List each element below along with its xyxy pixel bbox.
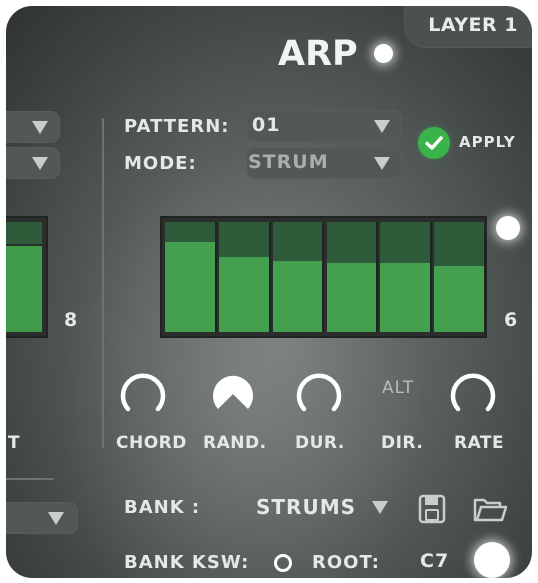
left-partial-label: T [8, 433, 21, 453]
layer-tab[interactable]: LAYER 1 [404, 6, 532, 48]
section-divider [102, 118, 104, 448]
step-bar [326, 262, 377, 332]
chevron-down-icon [32, 157, 48, 170]
root-value[interactable]: C7 [420, 550, 449, 572]
step-column[interactable] [434, 222, 486, 332]
step-bar [380, 262, 431, 332]
arp-panel: LAYER 1 ARP 8 T PATTERN: 01 MODE: STRUM … [6, 6, 532, 578]
pattern-label: PATTERN: [124, 116, 230, 137]
left-separator [6, 478, 54, 480]
left-step-fill [6, 246, 42, 332]
step-column[interactable] [380, 222, 433, 332]
left-dropdown-1[interactable] [6, 111, 60, 143]
chevron-down-icon [374, 157, 390, 170]
arp-step-grid[interactable] [160, 216, 487, 338]
rate-label: RATE [454, 433, 505, 453]
left-dropdown-3[interactable] [6, 502, 78, 534]
chevron-down-icon [374, 120, 390, 133]
apply-label: APPLY [459, 133, 516, 151]
dir-value[interactable]: ALT [382, 378, 414, 398]
mode-value: STRUM [248, 151, 329, 173]
step-column[interactable] [272, 222, 325, 332]
dur-knob[interactable] [294, 368, 344, 418]
left-step-grid[interactable] [6, 216, 48, 338]
root-led[interactable] [474, 542, 510, 578]
chord-knob[interactable] [118, 368, 168, 418]
arp-title: ARP [278, 34, 358, 74]
step-bar [272, 260, 323, 332]
rand-knob[interactable] [208, 368, 258, 418]
arp-power-led[interactable] [374, 44, 393, 63]
bank-ksw-label: BANK KSW: [124, 552, 250, 573]
bank-chevron-down-icon[interactable] [372, 501, 388, 514]
step-column[interactable] [165, 222, 217, 332]
save-icon[interactable] [418, 494, 446, 524]
dur-label: DUR. [295, 433, 345, 453]
bank-value[interactable]: STRUMS [256, 495, 356, 519]
rand-label: RAND. [203, 433, 267, 453]
layer-label: LAYER 1 [428, 14, 518, 36]
step-bar [434, 266, 484, 332]
pattern-dropdown[interactable]: 01 [246, 110, 402, 142]
dir-label: DIR. [381, 433, 424, 453]
left-dropdown-2[interactable] [6, 147, 60, 179]
folder-icon[interactable] [472, 496, 508, 524]
step-bar [165, 241, 215, 332]
left-step-empty [6, 222, 42, 244]
mode-dropdown[interactable]: STRUM [246, 147, 402, 179]
pattern-value: 01 [252, 114, 281, 136]
left-step-count: 8 [64, 309, 79, 331]
step-bar [218, 257, 269, 332]
rate-knob[interactable] [448, 368, 498, 418]
right-step-count: 6 [504, 309, 519, 331]
step-grid-led[interactable] [496, 216, 520, 240]
bank-ksw-toggle[interactable] [274, 554, 292, 572]
root-label: ROOT: [312, 552, 380, 573]
step-column[interactable] [218, 222, 271, 332]
mode-label: MODE: [124, 153, 197, 174]
chevron-down-icon [48, 512, 64, 525]
apply-button[interactable] [418, 127, 450, 159]
bank-label: BANK : [124, 497, 201, 518]
step-column[interactable] [326, 222, 379, 332]
chord-label: CHORD [116, 433, 187, 453]
check-icon [425, 136, 443, 150]
chevron-down-icon [32, 121, 48, 134]
